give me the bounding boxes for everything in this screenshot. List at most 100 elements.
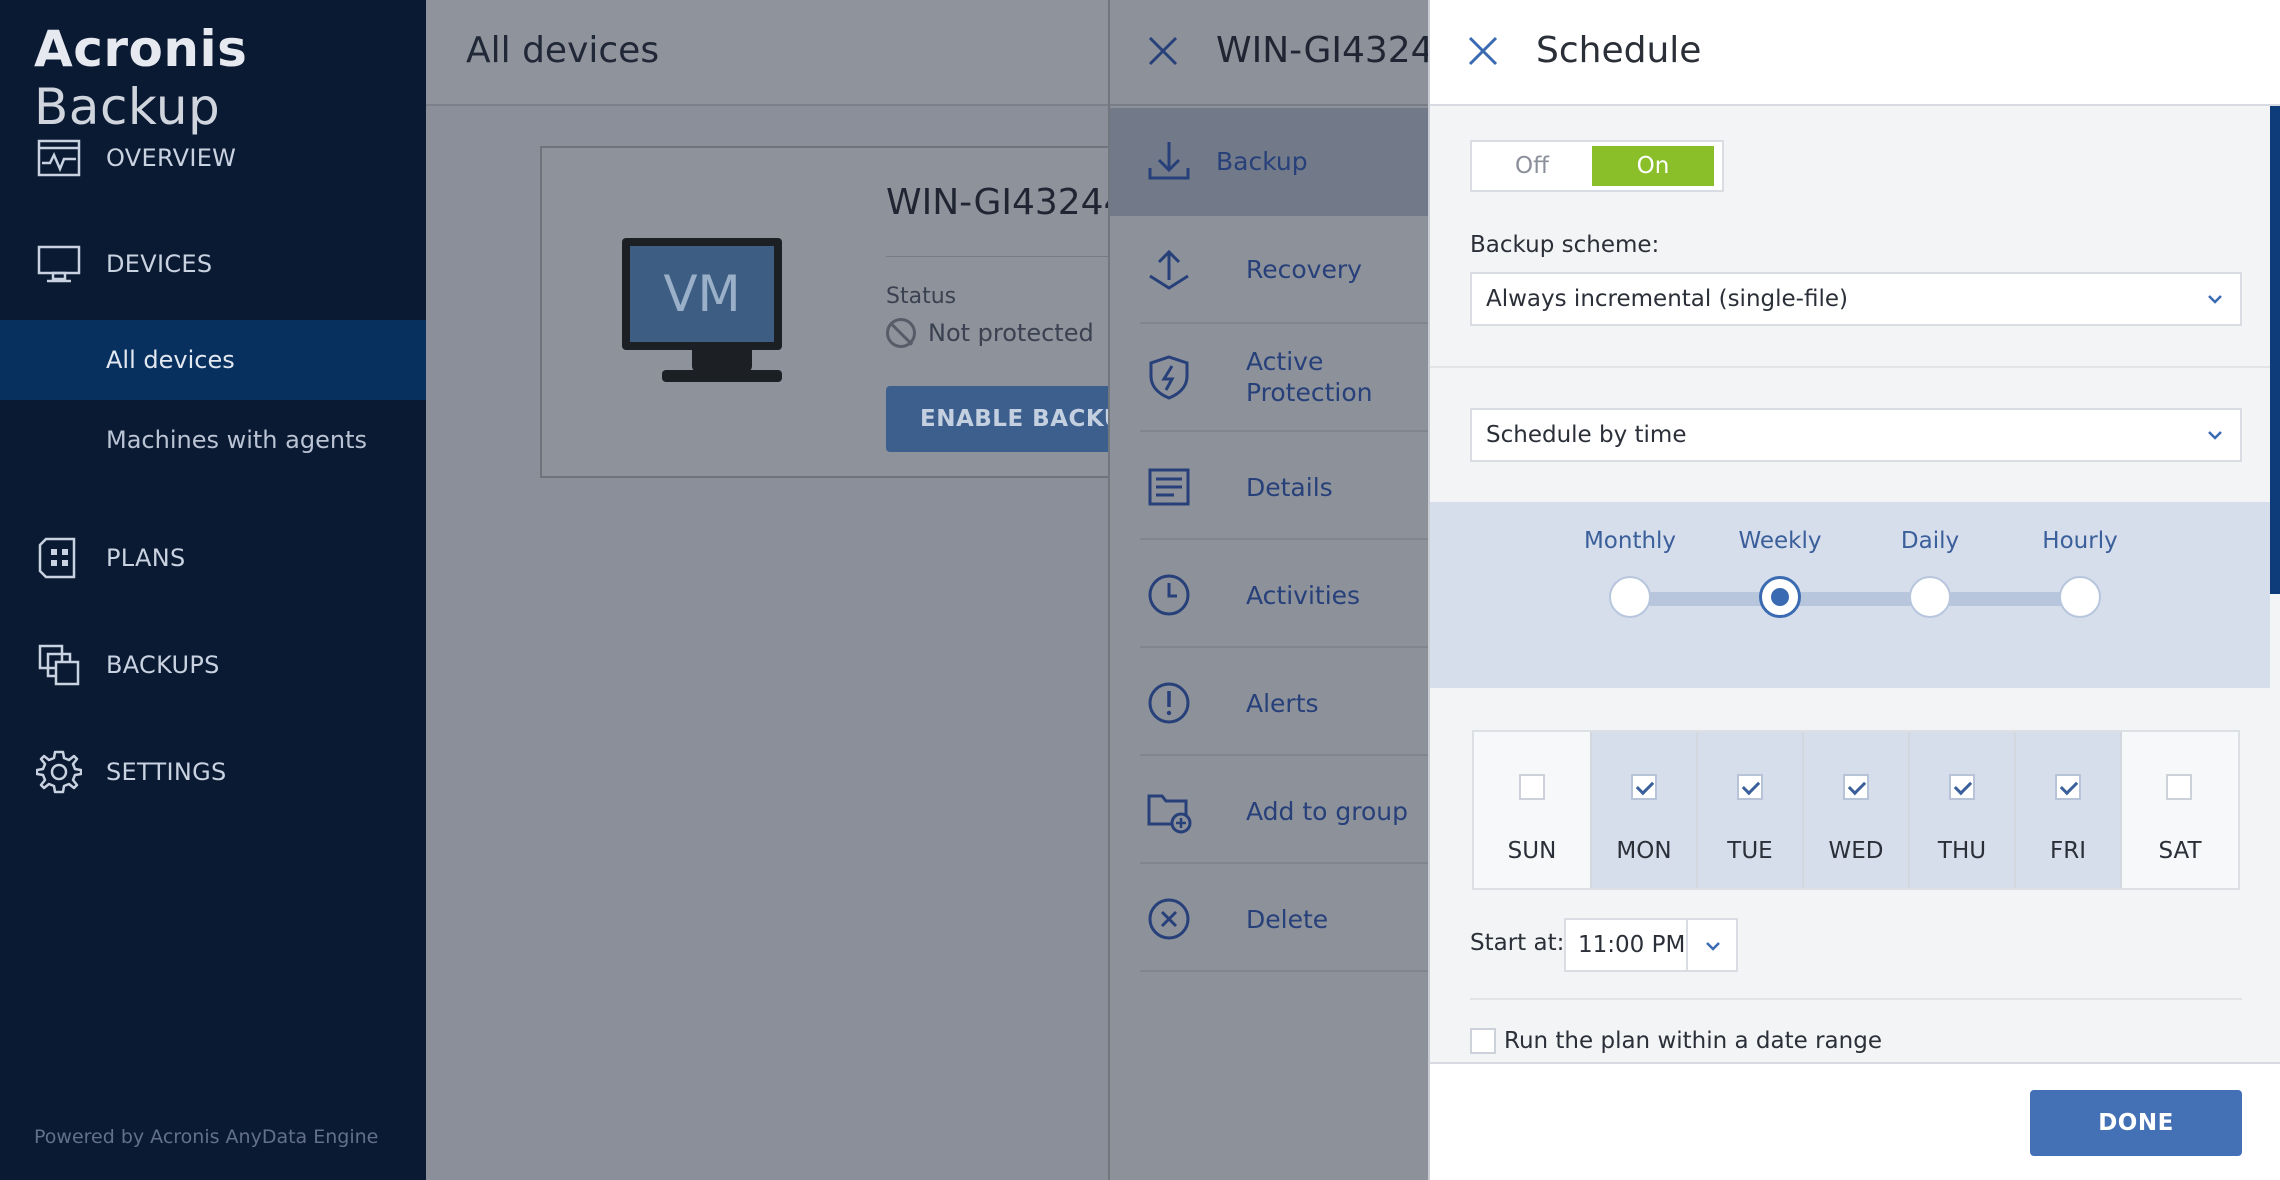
- vm-icon: VM: [622, 238, 782, 350]
- menu-item-add-to-group[interactable]: Add to group: [1140, 756, 1430, 864]
- upload-icon: [1149, 249, 1189, 290]
- frequency-weekly-knob[interactable]: [1759, 576, 1801, 618]
- frequency-daily-label[interactable]: Daily: [1860, 528, 2000, 554]
- frequency-hourly-knob[interactable]: [2059, 576, 2101, 618]
- main-header: All devices: [426, 0, 1108, 106]
- day-checkbox[interactable]: [2055, 774, 2081, 800]
- divider: [1470, 998, 2242, 1000]
- start-time-value[interactable]: 11:00 PM: [1566, 920, 1688, 970]
- frequency-weekly-label[interactable]: Weekly: [1710, 528, 1850, 554]
- device-card[interactable]: VM WIN-GI43244 Status Not protected ENAB…: [540, 146, 1146, 478]
- close-icon[interactable]: [1146, 34, 1180, 68]
- scrollbar[interactable]: [2270, 106, 2280, 594]
- day-checkbox[interactable]: [1631, 774, 1657, 800]
- sidebar: Acronis Backup OVERVIEW DEVICES All devi…: [0, 0, 426, 1180]
- vm-base: [662, 370, 782, 382]
- nav-all-devices[interactable]: All devices: [0, 320, 426, 400]
- schedule-type-select[interactable]: Schedule by time: [1470, 408, 2242, 462]
- menu-item-label: Backup: [1216, 147, 1308, 176]
- day-fri[interactable]: FRI: [2016, 732, 2122, 888]
- powered-by-text: Powered by Acronis AnyData Engine: [34, 1126, 379, 1148]
- toggle-off[interactable]: Off: [1472, 142, 1592, 190]
- schedule-panel: Schedule Off On Backup scheme: Always in…: [1428, 0, 2280, 1180]
- day-label: FRI: [2050, 838, 2086, 864]
- day-mon[interactable]: MON: [1592, 732, 1698, 888]
- day-tue[interactable]: TUE: [1698, 732, 1804, 888]
- date-range-label: Run the plan within a date range: [1504, 1028, 1882, 1054]
- nav-machines-with-agents[interactable]: Machines with agents: [0, 400, 426, 480]
- day-label: TUE: [1727, 838, 1773, 864]
- clock-icon: [1148, 574, 1190, 616]
- backup-scheme-value: Always incremental (single-file): [1486, 286, 1848, 312]
- add-folder-icon: [1147, 794, 1192, 834]
- chevron-down-icon: [2208, 295, 2222, 304]
- chevron-down-icon[interactable]: [1702, 935, 1724, 957]
- menu-item-backup[interactable]: Backup: [1110, 108, 1430, 216]
- schedule-footer: DONE: [1430, 1062, 2280, 1180]
- nav-backups[interactable]: BACKUPS: [0, 625, 426, 705]
- status-text: Not protected: [928, 319, 1094, 347]
- chevron-down-icon: [2208, 431, 2222, 440]
- nav-plans-label: PLANS: [106, 544, 186, 572]
- menu-item-activities[interactable]: Activities: [1140, 540, 1430, 648]
- done-button[interactable]: DONE: [2030, 1090, 2242, 1156]
- delete-icon: [1148, 898, 1190, 940]
- day-checkbox[interactable]: [2166, 774, 2192, 800]
- schedule-type-value: Schedule by time: [1486, 422, 1687, 448]
- nav-settings[interactable]: SETTINGS: [0, 732, 426, 812]
- frequency-hourly-label[interactable]: Hourly: [2010, 528, 2150, 554]
- nav-backups-label: BACKUPS: [106, 651, 220, 679]
- shield-icon: [1149, 355, 1189, 400]
- not-protected-icon: [886, 318, 916, 348]
- day-checkbox[interactable]: [1843, 774, 1869, 800]
- start-time-picker[interactable]: 11:00 PM: [1564, 918, 1738, 972]
- menu-item-label: Delete: [1246, 905, 1329, 934]
- day-label: MON: [1616, 838, 1672, 864]
- menu-item-alerts[interactable]: Alerts: [1140, 648, 1430, 756]
- day-label: THU: [1937, 838, 1987, 864]
- nav-plans[interactable]: PLANS: [0, 518, 426, 598]
- day-label: SUN: [1507, 838, 1557, 864]
- monitor-icon: [37, 245, 81, 283]
- schedule-toggle[interactable]: Off On: [1470, 140, 1724, 192]
- device-panel: WIN-GI43244 Backup Recovery Active Prote…: [1108, 0, 1457, 1180]
- status-label: Status: [886, 284, 957, 309]
- menu-item-label: Add to group: [1246, 797, 1408, 826]
- frequency-monthly-label[interactable]: Monthly: [1560, 528, 1700, 554]
- day-checkbox[interactable]: [1519, 774, 1545, 800]
- day-label: SAT: [2158, 838, 2202, 864]
- nav-settings-label: SETTINGS: [106, 758, 227, 786]
- schedule-header: Schedule: [1430, 0, 2280, 106]
- nav-devices[interactable]: DEVICES: [0, 224, 426, 304]
- frequency-daily-knob[interactable]: [1909, 576, 1951, 618]
- backup-scheme-select[interactable]: Always incremental (single-file): [1470, 272, 2242, 326]
- frequency-monthly-knob[interactable]: [1609, 576, 1651, 618]
- day-label: WED: [1828, 838, 1884, 864]
- menu-item-details[interactable]: Details: [1140, 432, 1430, 540]
- divider: [1430, 366, 2270, 368]
- day-sat[interactable]: SAT: [2122, 732, 2238, 888]
- frequency-slider[interactable]: Monthly Weekly Daily Hourly: [1430, 502, 2270, 688]
- date-range-option[interactable]: Run the plan within a date range: [1470, 1028, 1882, 1054]
- toggle-on[interactable]: On: [1592, 146, 1714, 186]
- menu-item-recovery[interactable]: Recovery: [1140, 216, 1430, 324]
- schedule-title: Schedule: [1536, 30, 1702, 71]
- download-icon: [1148, 142, 1190, 180]
- menu-item-label: Recovery: [1246, 255, 1362, 284]
- day-thu[interactable]: THU: [1910, 732, 2016, 888]
- day-sun[interactable]: SUN: [1474, 732, 1592, 888]
- status-value: Not protected: [886, 318, 1094, 348]
- date-range-checkbox[interactable]: [1470, 1028, 1496, 1054]
- details-icon: [1148, 468, 1190, 506]
- menu-item-delete[interactable]: Delete: [1140, 864, 1430, 972]
- day-checkbox[interactable]: [1737, 774, 1763, 800]
- menu-item-active-protection[interactable]: Active Protection: [1140, 324, 1430, 432]
- main-content: All devices VM WIN-GI43244 Status Not pr…: [426, 0, 1146, 1180]
- enable-backup-button[interactable]: ENABLE BACKUP: [886, 386, 1146, 452]
- day-wed[interactable]: WED: [1804, 732, 1910, 888]
- day-checkbox[interactable]: [1949, 774, 1975, 800]
- nav-machines-with-agents-label: Machines with agents: [106, 426, 367, 454]
- nav-overview[interactable]: OVERVIEW: [0, 118, 426, 198]
- close-icon[interactable]: [1466, 34, 1500, 68]
- start-at-label: Start at:: [1470, 930, 1565, 956]
